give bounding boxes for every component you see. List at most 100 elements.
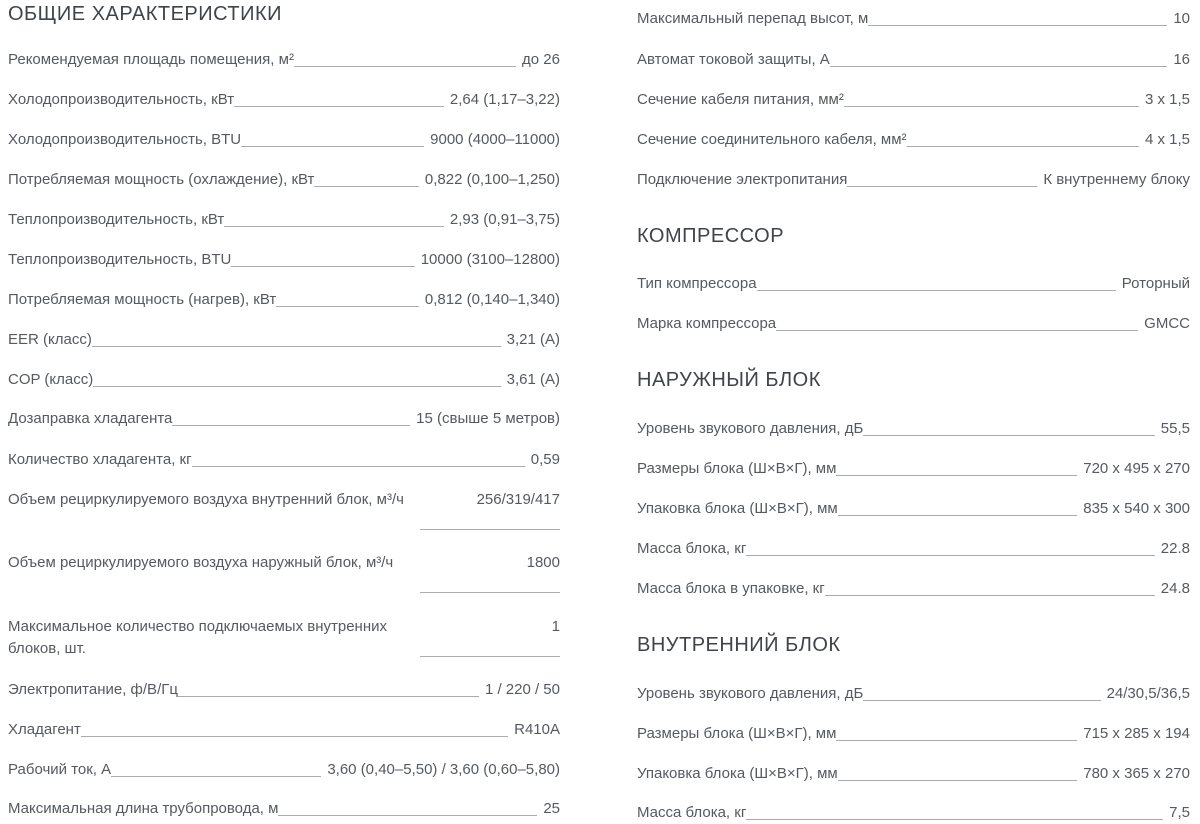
- spec-label: Объем рециркулируемого воздуха внутренни…: [8, 491, 404, 508]
- leader-line: [177, 696, 479, 697]
- spec-label: Масса блока, кг: [637, 804, 747, 821]
- section-title-general: ОБЩИЕ ХАРАКТЕРИСТИКИ: [8, 3, 283, 25]
- spec-value: 24/30,5/36,5: [1106, 685, 1190, 702]
- spec-value: до 26: [522, 51, 560, 68]
- spec-value: 3 x 1,5: [1144, 91, 1190, 108]
- spec-value: 22.8: [1160, 540, 1190, 557]
- section-title-outdoor: НАРУЖНЫЙ БЛОК: [637, 369, 821, 391]
- spec-row-current: Рабочий ток, А 3,60 (0,40–5,50) / 3,60 (0…: [8, 759, 560, 781]
- spec-label: Дозаправка хладагента: [8, 410, 173, 427]
- spec-label: Максимальное количество подключаемых вну…: [8, 618, 387, 657]
- spec-label: Максимальный перепад высот, м: [637, 10, 869, 27]
- spec-value: 720 x 495 x 270: [1083, 460, 1190, 477]
- spec-value: 0,59: [530, 451, 560, 468]
- spec-label: Теплопроизводительность, кВт: [8, 211, 225, 228]
- spec-value: Роторный: [1121, 275, 1190, 292]
- spec-row-refrigerant: Хладагент R410A: [8, 719, 560, 741]
- spec-row-outdoor-weight-package: Масса блока в упаковке, кг 24.8: [637, 578, 1190, 600]
- spec-row-height-diff: Максимальный перепад высот, м 10: [637, 8, 1190, 30]
- leader-line: [776, 330, 1139, 331]
- spec-row-connection-cable: Сечение соединительного кабеля, мм² 4 x 1…: [637, 129, 1190, 151]
- spec-row-indoor-noise: Уровень звукового давления, дБ 24/30,5/36…: [637, 683, 1190, 705]
- spec-label: Марка компрессора: [637, 315, 777, 332]
- leader-line: [314, 186, 419, 187]
- spec-row-compressor-type: Тип компрессора Роторный: [637, 273, 1190, 295]
- spec-label: Холодопроизводительность, BTU: [8, 131, 242, 148]
- leader-line: [224, 226, 444, 227]
- leader-line: [111, 776, 322, 777]
- leader-line: [234, 106, 444, 107]
- section-title-indoor: ВНУТРЕННИЙ БЛОК: [637, 634, 841, 656]
- spec-value: 9000 (4000–11000): [430, 131, 560, 148]
- spec-row-eer: EER (класс) 3,21 (A): [8, 329, 560, 351]
- spec-row-power-supply: Электропитание, ф/В/Гц 1 / 220 / 50: [8, 679, 560, 701]
- spec-value: 715 x 285 x 194: [1083, 725, 1190, 742]
- spec-label: Электропитание, ф/В/Гц: [8, 681, 178, 698]
- spec-row-indoor-size: Размеры блока (Ш×В×Г), мм 715 x 285 x 194: [637, 723, 1190, 745]
- leader-line: [863, 435, 1155, 436]
- spec-row-power-cable: Сечение кабеля питания, мм² 3 x 1,5: [637, 89, 1190, 111]
- spec-value: 55,5: [1160, 420, 1190, 437]
- leader-line: [837, 780, 1078, 781]
- spec-label: Сечение кабеля питания, мм²: [637, 91, 844, 108]
- spec-value: 256/319/417: [476, 491, 560, 508]
- spec-label: Автомат токовой защиты, А: [637, 51, 830, 68]
- leader-line: [868, 25, 1168, 26]
- leader-line: [80, 736, 509, 737]
- leader-line: [756, 290, 1116, 291]
- leader-line: [91, 346, 501, 347]
- spec-row-indoor-package: Упаковка блока (Ш×В×Г), мм 780 x 365 x 27…: [637, 763, 1190, 785]
- spec-row-area: Рекомендуемая площадь помещения, м² до 26: [8, 49, 560, 71]
- spec-row-compressor-brand: Марка компрессора GMCC: [637, 313, 1190, 335]
- spec-row-cop: COP (класс) 3,61 (A): [8, 369, 560, 391]
- leader-line: [829, 66, 1168, 67]
- spec-row-outdoor-weight: Масса блока, кг 22.8: [637, 538, 1190, 560]
- spec-row-indoor-weight: Масса блока, кг 7,5: [637, 802, 1190, 824]
- spec-row-max-indoor-units: Максимальное количество подключаемых вну…: [8, 616, 560, 660]
- leader-line: [420, 529, 560, 530]
- spec-value: 1 / 220 / 50: [484, 681, 560, 698]
- leader-line: [906, 146, 1139, 147]
- spec-label: Упаковка блока (Ш×В×Г), мм: [637, 765, 838, 782]
- leader-line: [420, 592, 560, 593]
- spec-value: 4 x 1,5: [1144, 131, 1190, 148]
- leader-line: [172, 425, 411, 426]
- leader-line: [836, 475, 1078, 476]
- spec-row-airflow-indoor: Объем рециркулируемого воздуха внутренни…: [8, 489, 560, 530]
- leader-line: [837, 515, 1078, 516]
- spec-row-cooling-btu: Холодопроизводительность, BTU 9000 (4000–…: [8, 129, 560, 151]
- spec-value: 15 (свыше 5 метров): [416, 410, 560, 427]
- spec-value: 3,60 (0,40–5,50) / 3,60 (0,60–5,80): [327, 761, 560, 778]
- spec-row-refrigerant-amount: Количество хладагента, кг 0,59: [8, 449, 560, 471]
- spec-row-outdoor-package: Упаковка блока (Ш×В×Г), мм 835 x 540 x 30…: [637, 498, 1190, 520]
- leader-line: [824, 595, 1155, 596]
- spec-row-heating-kw: Теплопроизводительность, кВт 2,93 (0,91–3…: [8, 209, 560, 231]
- spec-label: Размеры блока (Ш×В×Г), мм: [637, 725, 837, 742]
- spec-label: Размеры блока (Ш×В×Г), мм: [637, 460, 837, 477]
- section-title-compressor: КОМПРЕССОР: [637, 225, 785, 247]
- leader-line: [231, 266, 415, 267]
- leader-line: [863, 700, 1101, 701]
- spec-row-heating-btu: Теплопроизводительность, BTU 10000 (3100–…: [8, 249, 560, 271]
- spec-label: Рабочий ток, А: [8, 761, 112, 778]
- spec-value: 1: [551, 618, 560, 635]
- spec-label: COP (класс): [8, 371, 94, 388]
- spec-row-max-pipe-length: Максимальная длина трубопровода, м 25: [8, 798, 560, 820]
- spec-value: 3,21 (A): [506, 331, 560, 348]
- spec-label: Максимальная длина трубопровода, м: [8, 800, 279, 817]
- spec-label: Теплопроизводительность, BTU: [8, 251, 232, 268]
- spec-label: Хладагент: [8, 721, 81, 738]
- spec-value: 10000 (3100–12800): [420, 251, 560, 268]
- spec-label: Потребляемая мощность (нагрев), кВт: [8, 291, 277, 308]
- spec-row-power-connection: Подключение электропитания К внутреннему …: [637, 169, 1190, 191]
- leader-line: [293, 66, 517, 67]
- spec-value: 780 x 365 x 270: [1083, 765, 1190, 782]
- spec-label: Количество хладагента, кг: [8, 451, 192, 468]
- spec-value: 0,812 (0,140–1,340): [424, 291, 560, 308]
- spec-label: Уровень звукового давления, дБ: [637, 420, 864, 437]
- spec-label: Объем рециркулируемого воздуха наружный …: [8, 554, 394, 571]
- spec-row-breaker: Автомат токовой защиты, А 16: [637, 49, 1190, 71]
- spec-label: Рекомендуемая площадь помещения, м²: [8, 51, 294, 68]
- spec-label: Масса блока в упаковке, кг: [637, 580, 825, 597]
- leader-line: [746, 819, 1164, 820]
